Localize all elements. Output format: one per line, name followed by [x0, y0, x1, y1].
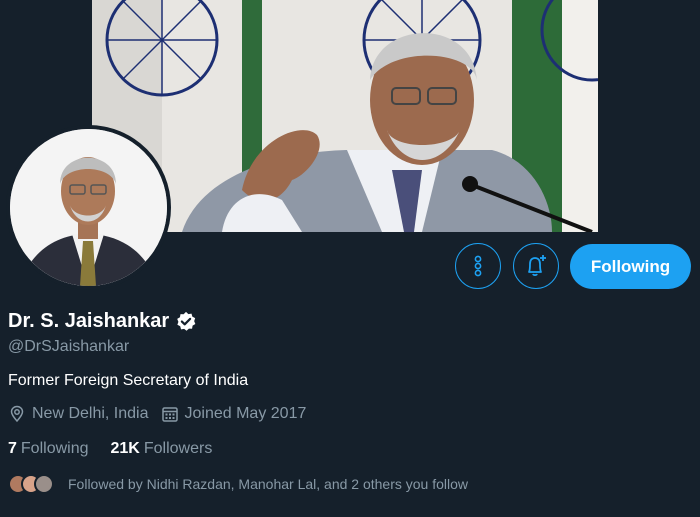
followers-stat-label: Followers: [143, 440, 213, 457]
notifications-button[interactable]: [513, 243, 559, 289]
avatar: [34, 474, 54, 494]
location-pin-icon: [10, 405, 24, 423]
following-button[interactable]: Following: [570, 244, 691, 289]
followers-you-know[interactable]: Followed by Nidhi Razdan, Manohar Lal, a…: [8, 474, 468, 494]
calendar-icon: [161, 407, 178, 422]
mutual-avatars: [8, 474, 54, 494]
follow-stats: 7 Following 21K Followers: [8, 440, 234, 458]
followers-stat[interactable]: 21K Followers: [111, 440, 213, 458]
profile-avatar[interactable]: [6, 125, 171, 290]
more-options-button[interactable]: [455, 243, 501, 289]
profile-bio: Former Foreign Secretary of India: [8, 372, 249, 389]
bell-plus-icon: [528, 255, 546, 277]
profile-handle: @DrSJaishankar: [8, 338, 130, 355]
verified-badge-icon: [177, 311, 196, 331]
location-item: New Delhi, India: [8, 405, 149, 423]
profile-name-row: Dr. S. Jaishankar: [8, 310, 197, 333]
followers-count: 21K: [110, 440, 140, 457]
banner-right-margin: [598, 0, 700, 232]
profile-name: Dr. S. Jaishankar: [8, 310, 170, 332]
location-text: New Delhi, India: [32, 405, 149, 422]
following-stat[interactable]: 7 Following: [8, 440, 89, 458]
joined-text: Joined May 2017: [184, 405, 307, 422]
followed-by-text: Followed by Nidhi Razdan, Manohar Lal, a…: [68, 476, 469, 492]
profile-meta: New Delhi, India Joined May 2017: [8, 405, 318, 423]
following-count: 7: [8, 440, 17, 457]
more-vertical-icon: [474, 255, 482, 277]
joined-item: Joined May 2017: [161, 405, 307, 423]
following-stat-label: Following: [20, 440, 89, 457]
